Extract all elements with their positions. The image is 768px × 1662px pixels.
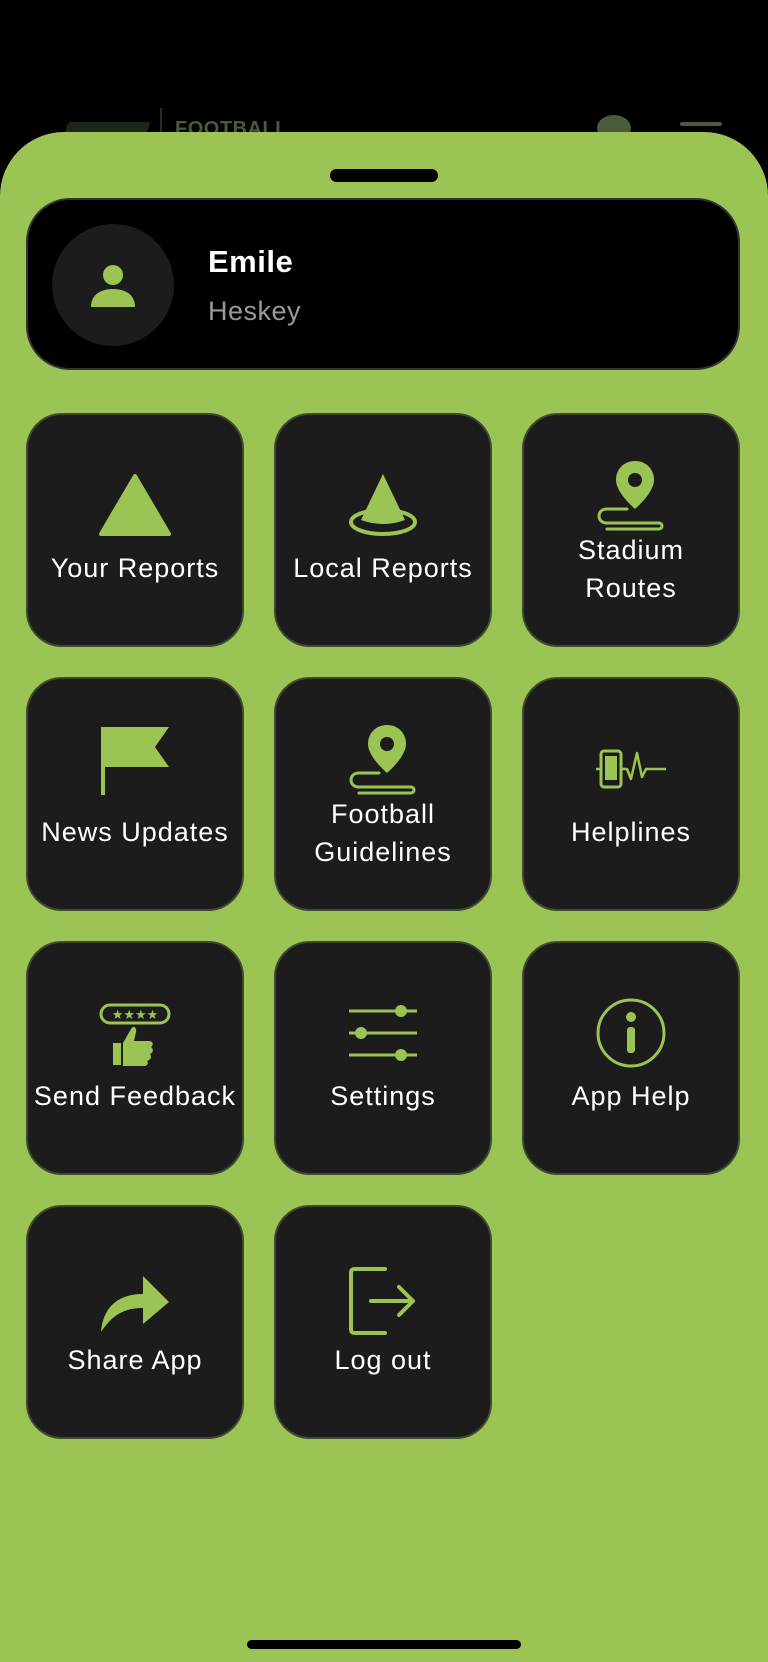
tile-stadium-routes[interactable]: Stadium Routes bbox=[522, 413, 740, 647]
tile-label: Settings bbox=[330, 1081, 436, 1111]
info-icon bbox=[596, 998, 666, 1068]
route-pin-icon bbox=[349, 725, 416, 795]
tile-label: App Help bbox=[571, 1081, 691, 1111]
tile-label-line1: Football bbox=[330, 799, 436, 829]
cone-icon bbox=[349, 474, 417, 536]
tile-label-line2: Routes bbox=[585, 573, 677, 603]
route-pin-icon bbox=[597, 461, 664, 531]
profile-last-name: Heskey bbox=[208, 296, 302, 326]
tile-label-line1: Stadium bbox=[577, 535, 685, 565]
home-indicator bbox=[247, 1640, 521, 1649]
warning-triangle-icon bbox=[99, 474, 171, 536]
tile-label: Log out bbox=[334, 1345, 432, 1375]
tile-label: Send Feedback bbox=[33, 1081, 237, 1111]
feedback-thumbs-up-icon: ★★★★ bbox=[99, 1003, 171, 1066]
profile-first-name: Emile bbox=[208, 244, 294, 279]
tile-send-feedback[interactable]: ★★★★ Send Feedback bbox=[26, 941, 244, 1175]
share-arrow-icon bbox=[101, 1276, 169, 1332]
svg-text:★★★★: ★★★★ bbox=[112, 1008, 159, 1023]
profile-card[interactable]: Emile Heskey bbox=[26, 198, 740, 370]
menu-bottom-sheet: Emile Heskey Your Reports Local Reports bbox=[0, 132, 768, 1662]
tile-football-guidelines[interactable]: Football Guidelines bbox=[274, 677, 492, 911]
tile-label: News Updates bbox=[41, 817, 229, 847]
tile-label: Helplines bbox=[570, 817, 692, 847]
person-icon bbox=[91, 265, 135, 307]
tile-log-out[interactable]: Log out bbox=[274, 1205, 492, 1439]
flag-icon bbox=[101, 727, 169, 795]
tile-news-updates[interactable]: News Updates bbox=[26, 677, 244, 911]
tile-label: Your Reports bbox=[50, 553, 220, 583]
phone-pulse-icon bbox=[596, 749, 666, 789]
tile-share-app[interactable]: Share App bbox=[26, 1205, 244, 1439]
logout-icon bbox=[349, 1267, 415, 1335]
sliders-icon bbox=[349, 1005, 417, 1061]
tile-helplines[interactable]: Helplines bbox=[522, 677, 740, 911]
tile-label: Local Reports bbox=[293, 553, 473, 583]
tile-label: Share App bbox=[67, 1345, 203, 1375]
tile-app-help[interactable]: App Help bbox=[522, 941, 740, 1175]
tile-label-line2: Guidelines bbox=[314, 837, 452, 867]
tile-settings[interactable]: Settings bbox=[274, 941, 492, 1175]
avatar bbox=[52, 224, 174, 346]
sheet-grab-handle[interactable] bbox=[330, 169, 438, 182]
hamburger-menu-icon bbox=[680, 122, 722, 126]
tile-local-reports[interactable]: Local Reports bbox=[274, 413, 492, 647]
tile-your-reports[interactable]: Your Reports bbox=[26, 413, 244, 647]
